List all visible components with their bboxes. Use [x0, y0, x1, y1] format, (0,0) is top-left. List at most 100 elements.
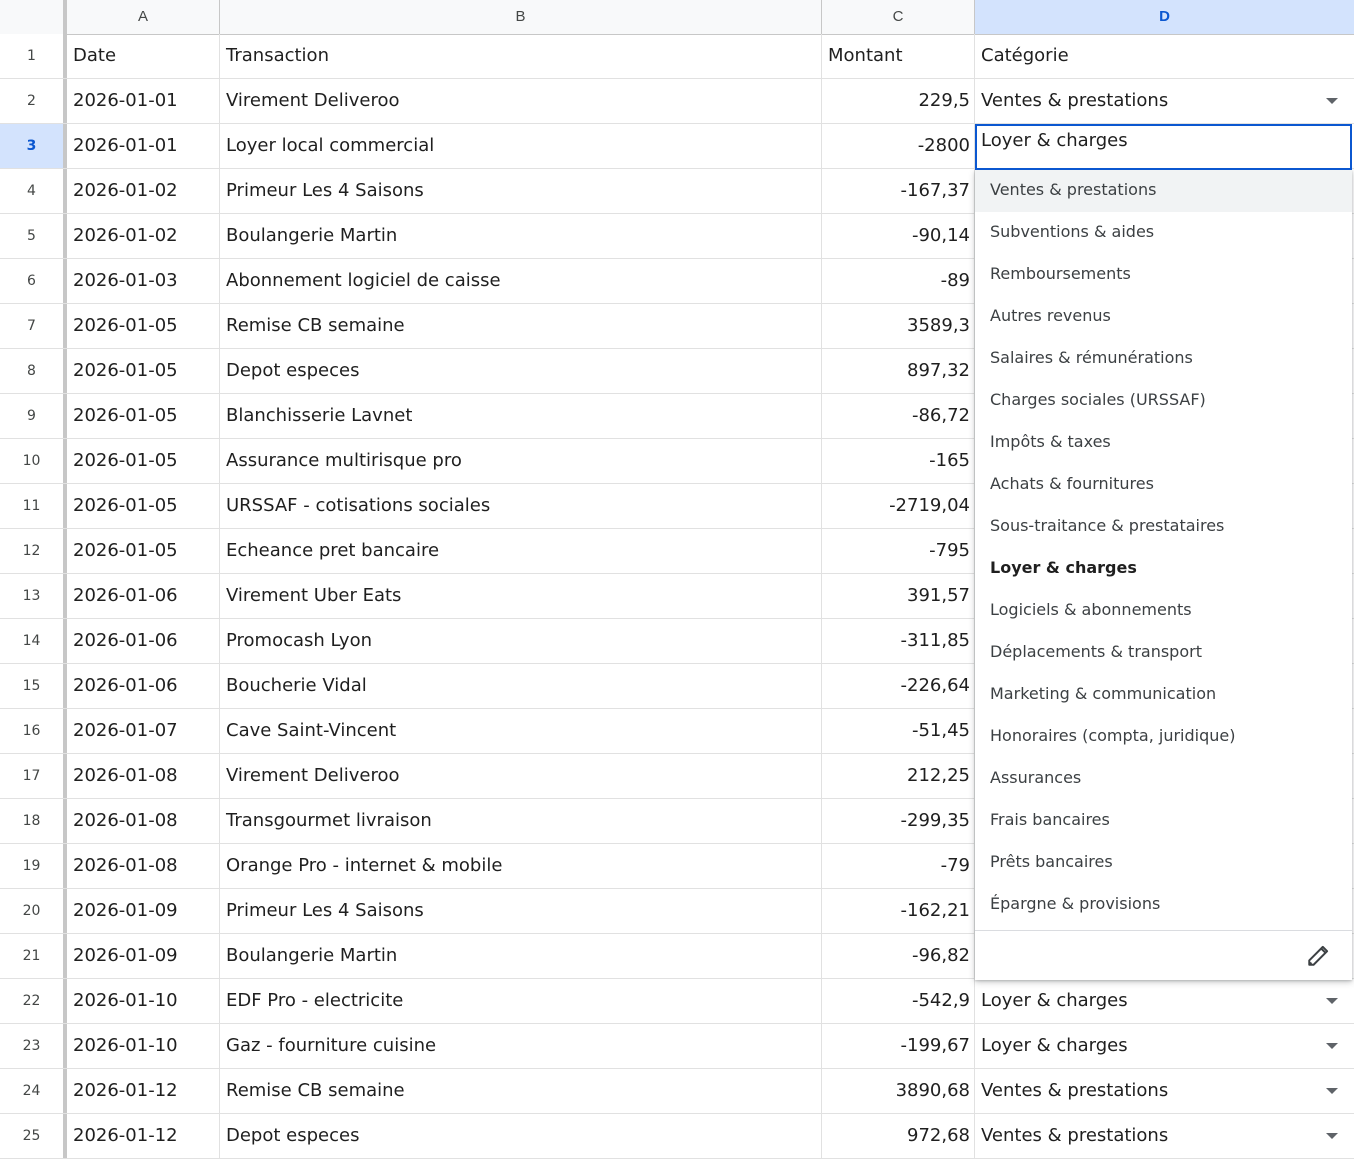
cell-transaction[interactable]: Assurance multirisque pro [220, 439, 822, 483]
dropdown-option[interactable]: Remboursements [975, 254, 1352, 296]
dropdown-arrow-icon[interactable] [1326, 1133, 1338, 1139]
cell-date[interactable]: 2026-01-08 [67, 799, 220, 843]
cell-montant[interactable]: 212,25 [822, 754, 975, 798]
cell-transaction[interactable]: Boulangerie Martin [220, 934, 822, 978]
dropdown-option[interactable]: Logiciels & abonnements [975, 590, 1352, 632]
cell-transaction[interactable]: Depot especes [220, 349, 822, 393]
cell-montant[interactable]: -299,35 [822, 799, 975, 843]
cell-date[interactable]: 2026-01-05 [67, 529, 220, 573]
dropdown-option[interactable]: Frais bancaires [975, 800, 1352, 842]
row-number[interactable]: 17 [0, 754, 67, 798]
cell-montant[interactable]: -542,9 [822, 979, 975, 1023]
row-number[interactable]: 12 [0, 529, 67, 573]
cell-date[interactable]: 2026-01-06 [67, 574, 220, 618]
cell-montant[interactable]: -96,82 [822, 934, 975, 978]
cell-date[interactable]: 2026-01-10 [67, 979, 220, 1023]
row-number[interactable]: 9 [0, 394, 67, 438]
cell-transaction[interactable]: URSSAF - cotisations sociales [220, 484, 822, 528]
row-number[interactable]: 8 [0, 349, 67, 393]
cell-montant[interactable]: -199,67 [822, 1024, 975, 1068]
dropdown-arrow-icon[interactable] [1326, 998, 1338, 1004]
dropdown-option[interactable]: Subventions & aides [975, 212, 1352, 254]
cell-transaction[interactable]: Boulangerie Martin [220, 214, 822, 258]
row-number[interactable]: 5 [0, 214, 67, 258]
dropdown-option[interactable]: Charges sociales (URSSAF) [975, 380, 1352, 422]
cell-editor[interactable]: Loyer & charges [975, 124, 1352, 170]
dropdown-option[interactable]: Salaires & rémunérations [975, 338, 1352, 380]
cell-montant[interactable]: -86,72 [822, 394, 975, 438]
row-number[interactable]: 7 [0, 304, 67, 348]
cell-date[interactable]: 2026-01-12 [67, 1069, 220, 1113]
cell-montant[interactable]: -51,45 [822, 709, 975, 753]
cell-date[interactable]: 2026-01-12 [67, 1114, 220, 1158]
cell-date[interactable]: 2026-01-05 [67, 484, 220, 528]
cell-categorie[interactable]: Loyer & charges [975, 979, 1354, 1023]
cell-montant[interactable]: -90,14 [822, 214, 975, 258]
row-number[interactable]: 16 [0, 709, 67, 753]
column-header-b[interactable]: B [220, 0, 822, 34]
cell-transaction[interactable]: Gaz - fourniture cuisine [220, 1024, 822, 1068]
cell-montant[interactable]: -2719,04 [822, 484, 975, 528]
cell-montant[interactable]: -167,37 [822, 169, 975, 213]
cell-montant[interactable]: -2800 [822, 124, 975, 168]
row-number[interactable]: 21 [0, 934, 67, 978]
dropdown-option[interactable]: Assurances [975, 758, 1352, 800]
cell-transaction[interactable]: EDF Pro - electricite [220, 979, 822, 1023]
cell-montant[interactable]: -162,21 [822, 889, 975, 933]
cell-montant[interactable]: 229,5 [822, 79, 975, 123]
row-number[interactable]: 22 [0, 979, 67, 1023]
cell-date[interactable]: 2026-01-05 [67, 304, 220, 348]
row-number[interactable]: 10 [0, 439, 67, 483]
cell-date[interactable]: 2026-01-07 [67, 709, 220, 753]
cell-header-categorie[interactable]: Catégorie [975, 34, 1354, 78]
dropdown-arrow-icon[interactable] [1326, 1088, 1338, 1094]
cell-transaction[interactable]: Virement Deliveroo [220, 754, 822, 798]
cell-date[interactable]: 2026-01-05 [67, 349, 220, 393]
row-number[interactable]: 13 [0, 574, 67, 618]
cell-date[interactable]: 2026-01-10 [67, 1024, 220, 1068]
cell-montant[interactable]: -226,64 [822, 664, 975, 708]
cell-date[interactable]: 2026-01-05 [67, 394, 220, 438]
dropdown-option[interactable]: Marketing & communication [975, 674, 1352, 716]
column-header-a[interactable]: A [67, 0, 220, 34]
dropdown-option[interactable]: Épargne & provisions [975, 884, 1352, 926]
cell-transaction[interactable]: Abonnement logiciel de caisse [220, 259, 822, 303]
dropdown-option[interactable]: Prêts bancaires [975, 842, 1352, 884]
cell-header-transaction[interactable]: Transaction [220, 34, 822, 78]
cell-montant[interactable]: -89 [822, 259, 975, 303]
cell-montant[interactable]: 972,68 [822, 1114, 975, 1158]
cell-date[interactable]: 2026-01-09 [67, 934, 220, 978]
row-number[interactable]: 14 [0, 619, 67, 663]
dropdown-option[interactable]: Achats & fournitures [975, 464, 1352, 506]
cell-transaction[interactable]: Primeur Les 4 Saisons [220, 889, 822, 933]
cell-categorie[interactable]: Ventes & prestations [975, 1069, 1354, 1113]
row-number[interactable]: 3 [0, 124, 67, 168]
cell-transaction[interactable]: Depot especes [220, 1114, 822, 1158]
cell-transaction[interactable]: Transgourmet livraison [220, 799, 822, 843]
dropdown-option[interactable]: Autres revenus [975, 296, 1352, 338]
cell-date[interactable]: 2026-01-06 [67, 664, 220, 708]
cell-transaction[interactable]: Echeance pret bancaire [220, 529, 822, 573]
cell-montant[interactable]: 897,32 [822, 349, 975, 393]
cell-date[interactable]: 2026-01-03 [67, 259, 220, 303]
cell-header-date[interactable]: Date [67, 34, 220, 78]
cell-transaction[interactable]: Virement Uber Eats [220, 574, 822, 618]
cell-transaction[interactable]: Loyer local commercial [220, 124, 822, 168]
cell-date[interactable]: 2026-01-01 [67, 79, 220, 123]
row-number[interactable]: 18 [0, 799, 67, 843]
row-number[interactable]: 2 [0, 79, 67, 123]
row-number[interactable]: 6 [0, 259, 67, 303]
dropdown-option[interactable]: Honoraires (compta, juridique) [975, 716, 1352, 758]
cell-categorie[interactable]: Loyer & charges [975, 1024, 1354, 1068]
row-number[interactable]: 19 [0, 844, 67, 888]
cell-montant[interactable]: -311,85 [822, 619, 975, 663]
pencil-icon[interactable] [1306, 942, 1332, 968]
cell-transaction[interactable]: Remise CB semaine [220, 1069, 822, 1113]
cell-date[interactable]: 2026-01-02 [67, 169, 220, 213]
column-header-d[interactable]: D [975, 0, 1354, 34]
cell-transaction[interactable]: Boucherie Vidal [220, 664, 822, 708]
cell-transaction[interactable]: Orange Pro - internet & mobile [220, 844, 822, 888]
row-number[interactable]: 24 [0, 1069, 67, 1113]
cell-montant[interactable]: 3589,3 [822, 304, 975, 348]
cell-montant[interactable]: -165 [822, 439, 975, 483]
